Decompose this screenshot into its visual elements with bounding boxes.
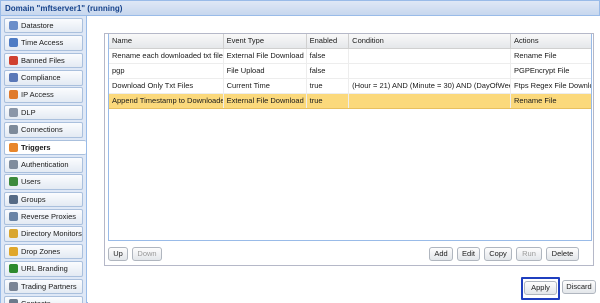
triggers-table: Name Event Type Enabled Condition Action… xyxy=(109,34,591,109)
main-content: Name Event Type Enabled Condition Action… xyxy=(88,16,600,303)
table-cell: External File Download xyxy=(223,93,307,109)
table-header-row: Name Event Type Enabled Condition Action… xyxy=(109,34,591,49)
window-title: Domain "mftserver1" (running) xyxy=(1,1,599,16)
authentication-icon xyxy=(9,159,18,169)
sidebar-item-datastore[interactable]: Datastore xyxy=(4,17,83,34)
discard-button[interactable]: Discard xyxy=(562,280,596,294)
directory-monitor-icon xyxy=(9,229,18,239)
sidebar-item-label: Triggers xyxy=(21,142,51,152)
column-header-event-type[interactable]: Event Type xyxy=(223,34,307,49)
sidebar-item-triggers[interactable]: Triggers xyxy=(4,139,86,156)
delete-button[interactable]: Delete xyxy=(546,247,579,261)
sidebar-item-label: Banned Files xyxy=(21,55,65,65)
sidebar-item-label: DLP xyxy=(21,107,36,117)
sidebar-item-label: IP Access xyxy=(21,90,54,100)
sidebar-item-dlp[interactable]: DLP xyxy=(4,104,83,121)
table-cell: PGPEncrypt File xyxy=(510,63,591,79)
sidebar-item-label: Users xyxy=(21,177,41,187)
table-row[interactable]: pgp File Upload false PGPEncrypt File xyxy=(109,63,591,79)
table-cell: pgp xyxy=(109,63,224,79)
connections-icon xyxy=(9,125,18,135)
table-cell: (Hour = 21) AND (Minute = 30) AND (DayOf… xyxy=(348,78,511,94)
sidebar-item-reverse-proxies[interactable]: Reverse Proxies xyxy=(4,209,83,225)
table-cell: true xyxy=(306,78,350,94)
sidebar-item-label: URL Branding xyxy=(21,264,68,274)
table-row[interactable]: Download Only Txt Files Current Time true(… xyxy=(109,78,591,94)
table-row[interactable]: Rename each downloaded txt file External … xyxy=(109,48,591,64)
copy-button[interactable]: Copy xyxy=(484,247,512,261)
column-header-actions[interactable]: Actions xyxy=(510,34,591,49)
triggers-grid: Name Event Type Enabled Condition Action… xyxy=(108,34,592,241)
triggers-icon xyxy=(9,142,18,152)
column-header-name[interactable]: Name xyxy=(109,34,224,49)
table-cell: Download Only Txt Files xyxy=(109,78,224,94)
banned-icon xyxy=(9,55,18,65)
domain-window: Domain "mftserver1" (running) Datastore T… xyxy=(0,0,600,303)
apply-button-highlight: Apply xyxy=(521,277,560,300)
table-cell: Append Timestamp to Downloaded xyxy=(109,93,224,109)
sidebar-item-label: Authentication xyxy=(21,159,69,169)
url-branding-icon xyxy=(9,264,18,274)
sidebar-item-label: Contacts xyxy=(21,299,51,303)
table-cell xyxy=(348,48,511,64)
sidebar-item-label: Groups xyxy=(21,194,46,204)
triggers-panel: Name Event Type Enabled Condition Action… xyxy=(104,33,594,266)
drop-zone-icon xyxy=(9,246,18,256)
apply-button[interactable]: Apply xyxy=(524,281,557,295)
sidebar-item-label: Trading Partners xyxy=(21,281,77,291)
table-cell xyxy=(348,93,511,109)
table-cell: Rename each downloaded txt file xyxy=(109,48,224,64)
sidebar-item-url-branding[interactable]: URL Branding xyxy=(4,261,83,277)
table-cell: Rename File xyxy=(510,93,591,109)
table-cell xyxy=(348,63,511,79)
sidebar-item-ip-access[interactable]: IP Access xyxy=(4,87,83,103)
table-row[interactable]: Append Timestamp to Downloaded External F… xyxy=(109,93,591,109)
reverse-proxy-icon xyxy=(9,212,18,222)
sidebar-item-label: Datastore xyxy=(21,20,54,30)
sidebar-item-label: Compliance xyxy=(21,72,61,82)
up-button[interactable]: Up xyxy=(108,247,128,261)
dlp-icon xyxy=(9,107,18,117)
datastore-icon xyxy=(9,20,18,30)
column-header-enabled[interactable]: Enabled xyxy=(306,34,350,49)
table-cell: Rename File xyxy=(510,48,591,64)
sidebar-item-label: Reverse Proxies xyxy=(21,212,77,222)
add-button[interactable]: Add xyxy=(429,247,453,261)
ip-access-icon xyxy=(9,90,18,100)
clock-icon xyxy=(9,38,18,48)
edit-button[interactable]: Edit xyxy=(457,247,480,261)
compliance-icon xyxy=(9,72,18,82)
sidebar-item-label: Time Access xyxy=(21,38,64,48)
sidebar-item-users[interactable]: Users xyxy=(4,174,83,190)
sidebar-item-drop-zones[interactable]: Drop Zones xyxy=(4,243,83,260)
sidebar-item-contacts[interactable]: Contacts xyxy=(4,296,83,303)
sidebar-item-trading-partners[interactable]: Trading Partners xyxy=(4,278,83,295)
users-icon xyxy=(9,177,18,187)
groups-icon xyxy=(9,194,18,204)
table-cell: Ftps Regex File Downlo xyxy=(510,78,591,94)
contacts-icon xyxy=(9,299,18,303)
table-cell: External File Download xyxy=(223,48,307,64)
sidebar-item-banned-files[interactable]: Banned Files xyxy=(4,52,83,69)
table-cell: File Upload xyxy=(223,63,307,79)
down-button[interactable]: Down xyxy=(132,247,162,261)
table-cell: false xyxy=(306,48,350,64)
sidebar-item-label: Drop Zones xyxy=(21,246,61,256)
sidebar-item-compliance[interactable]: Compliance xyxy=(4,69,83,86)
table-cell: false xyxy=(306,63,350,79)
run-button[interactable]: Run xyxy=(516,247,542,261)
sidebar-item-groups[interactable]: Groups xyxy=(4,191,83,208)
sidebar-item-authentication[interactable]: Authentication xyxy=(4,156,83,173)
table-cell: true xyxy=(306,93,350,109)
sidebar: Datastore Time Access Banned Files Complian… xyxy=(1,16,87,303)
column-header-condition[interactable]: Condition xyxy=(348,34,511,49)
sidebar-item-label: Connections xyxy=(21,125,63,135)
trading-partners-icon xyxy=(9,281,18,291)
sidebar-item-connections[interactable]: Connections xyxy=(4,122,83,138)
sidebar-item-directory-monitors[interactable]: Directory Monitors xyxy=(4,226,83,243)
sidebar-item-label: Directory Monitors xyxy=(21,229,82,239)
sidebar-item-time-access[interactable]: Time Access xyxy=(4,35,83,51)
table-cell: Current Time xyxy=(223,78,307,94)
